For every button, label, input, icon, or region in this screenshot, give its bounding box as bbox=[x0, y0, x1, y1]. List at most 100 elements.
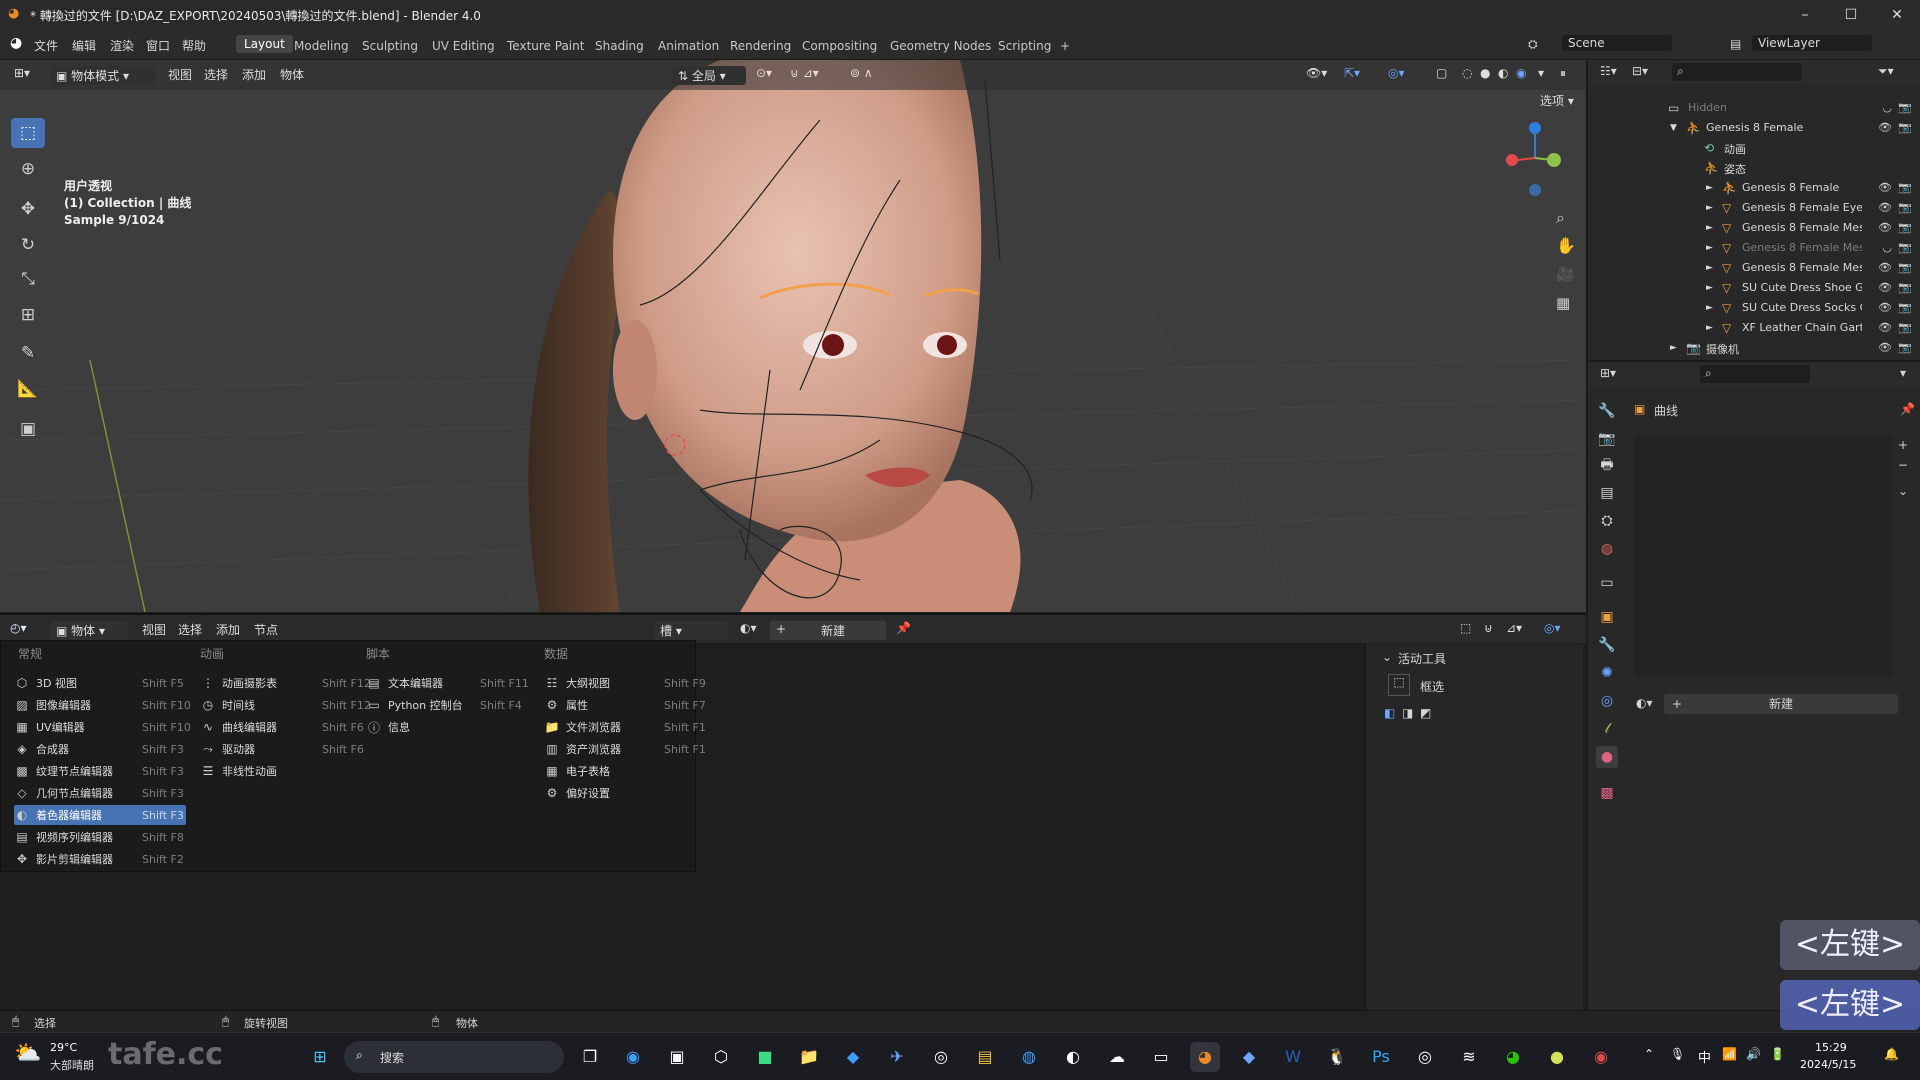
visibility-eye-icon[interactable]: 👁 bbox=[1878, 181, 1892, 194]
object-tab-icon[interactable]: ▣ bbox=[1596, 606, 1618, 628]
menu-item-console[interactable]: ▭ Python 控制台 Shift F4 bbox=[366, 695, 532, 715]
menu-item-dopesheet[interactable]: ⋮ 动画摄影表 Shift F12 bbox=[200, 673, 371, 693]
outliner-row[interactable]: ► ▽ Genesis 8 Female Mesh 👁 📷 bbox=[1588, 218, 1920, 238]
menu-item-info[interactable]: ⓘ 信息 bbox=[366, 717, 532, 737]
wifi-icon[interactable]: 📶 bbox=[1722, 1047, 1737, 1061]
outliner-row[interactable]: ▼ ⛹ Genesis 8 Female 👁 📷 bbox=[1588, 118, 1920, 138]
rotate-tool[interactable]: ↻ bbox=[11, 230, 45, 260]
feishu-icon[interactable]: ✈ bbox=[882, 1042, 912, 1072]
render-visibility-icon[interactable]: 📷 bbox=[1898, 281, 1912, 294]
microphone-icon[interactable]: 🎙 bbox=[1670, 1047, 1685, 1061]
outliner-search-input[interactable]: ⌕ bbox=[1672, 63, 1802, 81]
app-green-icon[interactable]: ■ bbox=[750, 1042, 780, 1072]
minimize-button[interactable]: – bbox=[1790, 4, 1820, 26]
menu-item-graph[interactable]: ∿ 曲线编辑器 Shift F6 bbox=[200, 717, 364, 737]
render-visibility-icon[interactable]: 📷 bbox=[1898, 181, 1912, 194]
menu-render[interactable]: 渲染 bbox=[110, 37, 134, 54]
expand-toggle-icon[interactable]: ► bbox=[1706, 283, 1713, 293]
render-visibility-icon[interactable]: 📷 bbox=[1898, 121, 1912, 134]
visibility-icon[interactable]: 👁▾ bbox=[1306, 66, 1327, 80]
expand-toggle-icon[interactable]: ► bbox=[1706, 183, 1713, 193]
clock-time[interactable]: 15:29 bbox=[1815, 1041, 1847, 1054]
visibility-eye-icon[interactable]: 👁 bbox=[1878, 261, 1892, 274]
move-tool[interactable]: ✥ bbox=[11, 194, 45, 224]
node-snap-icon[interactable]: ⊿▾ bbox=[1506, 621, 1522, 635]
expand-toggle-icon[interactable]: ► bbox=[1706, 303, 1713, 313]
zoom-icon[interactable]: ⌕ bbox=[1556, 208, 1565, 228]
render-visibility-icon[interactable]: 📷 bbox=[1898, 101, 1912, 114]
viewport-menu-select[interactable]: 选择 bbox=[204, 66, 228, 83]
store-icon[interactable]: ▣ bbox=[662, 1042, 692, 1072]
expand-toggle-icon[interactable]: ► bbox=[1706, 223, 1713, 233]
tab-modeling[interactable]: Modeling bbox=[294, 39, 349, 53]
visibility-eye-icon[interactable]: 👁 bbox=[1878, 201, 1892, 214]
visibility-eye-icon[interactable]: ◡ bbox=[1882, 101, 1892, 114]
pin-icon[interactable]: 📌 bbox=[896, 621, 911, 635]
menu-help[interactable]: 帮助 bbox=[182, 37, 206, 54]
editor-type-selector-icon[interactable]: ◴▾ bbox=[10, 621, 27, 635]
menu-file[interactable]: 文件 bbox=[34, 37, 58, 54]
render-visibility-icon[interactable]: 📷 bbox=[1898, 261, 1912, 274]
panel-collapse-icon[interactable]: ⌄ bbox=[1382, 650, 1392, 664]
outliner-row[interactable]: ► ⛹ Genesis 8 Female 👁 📷 bbox=[1588, 178, 1920, 198]
shading-wireframe-icon[interactable]: ◌ bbox=[1462, 66, 1472, 80]
menu-item-preferences[interactable]: ⚙ 偏好设置 bbox=[544, 783, 694, 803]
camera-view-icon[interactable]: 🎥 bbox=[1556, 265, 1575, 283]
menu-item-asset-browser[interactable]: ▥ 资产浏览器 Shift F1 bbox=[544, 739, 706, 759]
expand-toggle-icon[interactable]: ▼ bbox=[1670, 123, 1677, 133]
tab-rendering[interactable]: Rendering bbox=[730, 39, 791, 53]
select-mode-new-icon[interactable]: ◧ bbox=[1384, 706, 1395, 720]
app-steam-icon[interactable]: ◎ bbox=[1410, 1042, 1440, 1072]
outliner-row[interactable]: ► ▽ Genesis 8 Female Eyelash 👁 📷 bbox=[1588, 198, 1920, 218]
outliner-row[interactable]: ⟲ 动画 bbox=[1588, 138, 1920, 158]
pause-render-icon[interactable]: ⏸ bbox=[1560, 66, 1566, 81]
expand-toggle-icon[interactable]: ► bbox=[1706, 263, 1713, 273]
menu-item-shader[interactable]: ◐ 着色器编辑器 Shift F3 bbox=[14, 805, 186, 825]
menu-item-outliner[interactable]: ☷ 大纲视图 Shift F9 bbox=[544, 673, 706, 693]
render-visibility-icon[interactable]: 📷 bbox=[1898, 301, 1912, 314]
notes-icon[interactable]: ▤ bbox=[970, 1042, 1000, 1072]
task-view-icon[interactable]: ❐ bbox=[575, 1042, 605, 1072]
render-visibility-icon[interactable]: 📷 bbox=[1898, 201, 1912, 214]
shading-solid-icon[interactable]: ● bbox=[1480, 66, 1490, 80]
scene-tab-icon[interactable]: ⛭ bbox=[1596, 510, 1618, 532]
github-icon[interactable]: ◐ bbox=[1058, 1042, 1088, 1072]
volume-icon[interactable]: 🔊 bbox=[1746, 1047, 1761, 1061]
tab-sculpting[interactable]: Sculpting bbox=[362, 39, 418, 53]
expand-toggle-icon[interactable]: ► bbox=[1706, 243, 1713, 253]
filter-icon[interactable]: ⏷▾ bbox=[1878, 64, 1894, 79]
close-button[interactable]: ✕ bbox=[1882, 4, 1912, 26]
perspective-toggle-icon[interactable]: ▦ bbox=[1556, 294, 1570, 312]
object-type-selector[interactable]: ▣ 物体 ▾ bbox=[50, 621, 128, 640]
tab-scripting[interactable]: Scripting bbox=[998, 39, 1051, 53]
cursor-tool[interactable]: ⊕ bbox=[11, 154, 45, 184]
mode-selector[interactable]: ▣ 物体模式 ▾ bbox=[50, 66, 156, 85]
visibility-eye-icon[interactable]: 👁 bbox=[1878, 281, 1892, 294]
slot-specials-icon[interactable]: ⌄ bbox=[1898, 484, 1908, 498]
view-layer-selector[interactable]: ViewLayer bbox=[1752, 35, 1872, 51]
menu-edit[interactable]: 编辑 bbox=[72, 37, 96, 54]
tab-texture-paint[interactable]: Texture Paint bbox=[507, 39, 584, 53]
blender-menu-icon[interactable]: ◕ bbox=[10, 35, 22, 51]
browse-material-icon[interactable]: ◐▾ bbox=[740, 621, 757, 635]
outliner-row[interactable]: ► 📷 摄像机 👁 📷 bbox=[1588, 338, 1920, 358]
unity-icon[interactable]: ⬡ bbox=[706, 1042, 736, 1072]
box-select-icon[interactable]: ⬚ bbox=[1388, 674, 1410, 696]
render-tab-icon[interactable]: 📷 bbox=[1596, 428, 1618, 450]
visibility-eye-icon[interactable]: 👁 bbox=[1878, 341, 1892, 354]
wechat-icon[interactable]: ◕ bbox=[1498, 1042, 1528, 1072]
material-tab-icon[interactable]: ● bbox=[1596, 746, 1618, 768]
menu-item-text[interactable]: ▤ 文本编辑器 Shift F11 bbox=[366, 673, 532, 693]
visibility-eye-icon[interactable]: 👁 bbox=[1878, 321, 1892, 334]
snap-icon[interactable]: ⊍ bbox=[1484, 621, 1493, 635]
tab-compositing[interactable]: Compositing bbox=[802, 39, 877, 53]
tab-geometry-nodes[interactable]: Geometry Nodes bbox=[890, 39, 991, 53]
pan-hand-icon[interactable]: ✋ bbox=[1556, 236, 1576, 255]
transform-orientation-selector[interactable]: ⇅ 全局 ▾ bbox=[672, 66, 746, 85]
word-icon[interactable]: W bbox=[1278, 1042, 1308, 1072]
tab-animation[interactable]: Animation bbox=[658, 39, 719, 53]
outliner-row[interactable]: ► ▽ SU Cute Dress Socks G8 👁 📷 bbox=[1588, 298, 1920, 318]
clock-date[interactable]: 2024/5/15 bbox=[1800, 1058, 1856, 1071]
tab-uv-editing[interactable]: UV Editing bbox=[432, 39, 495, 53]
node-menu-view[interactable]: 视图 bbox=[142, 621, 166, 638]
